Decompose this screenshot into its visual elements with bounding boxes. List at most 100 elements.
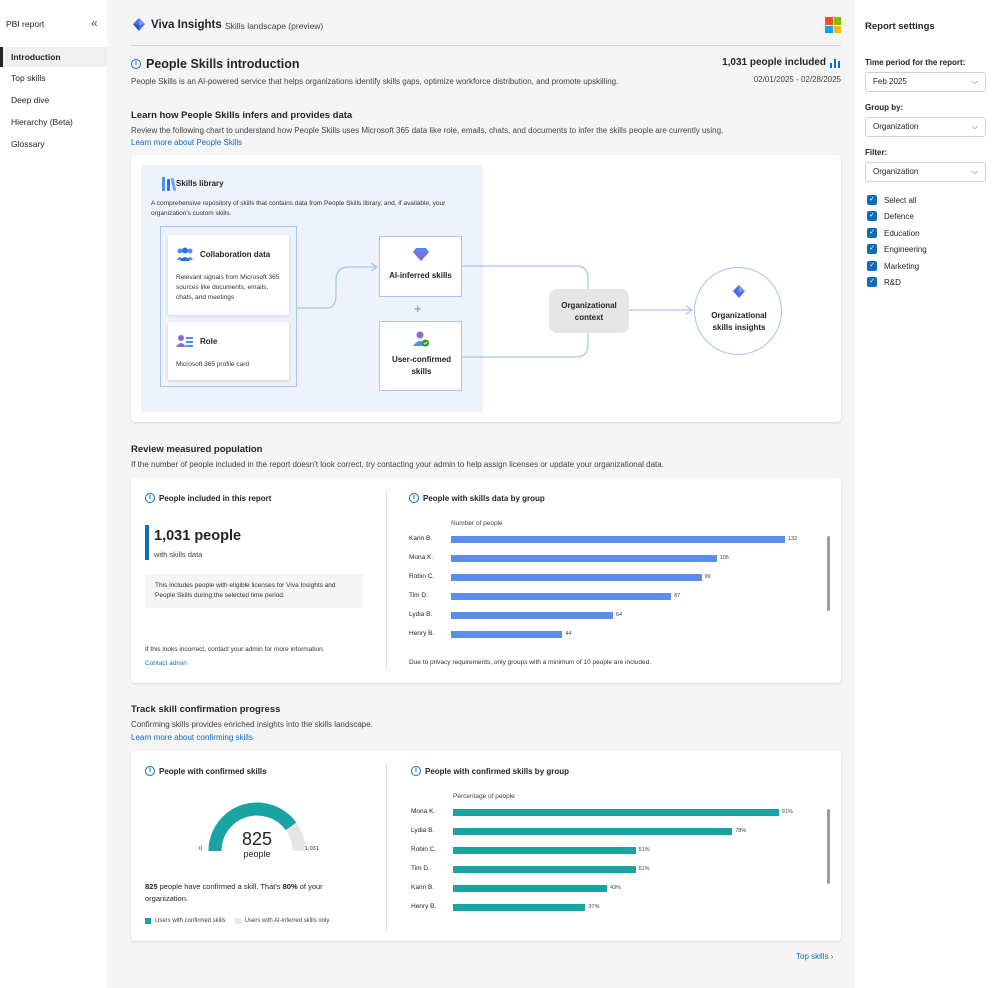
diamond-icon [413,248,429,261]
bar-value-label: 91% [781,809,793,815]
bar-value-label: 44 [565,631,572,637]
group-by-dropdown[interactable]: Organization ⌵ [865,117,986,137]
filter-dropdown[interactable]: Organization ⌵ [865,162,986,182]
user-check-icon [413,331,429,347]
organizational-skills-insights-node: Organizational skills insights [694,267,782,355]
page-subtitle: Skills landscape (preview) [225,21,324,31]
filter-value: Organization [873,167,919,176]
learn-more-confirming-link[interactable]: Learn more about confirming skills [131,733,253,742]
brand-name: Viva Insights [151,19,222,31]
bar-category-label: Henry B. [411,903,437,910]
infer-diagram-card: Skills library A comprehensive repositor… [131,155,841,422]
bar-category-label: Mona K. [409,554,434,561]
time-period-dropdown[interactable]: Feb 2025 ⌵ [865,72,986,92]
learn-more-people-skills-link[interactable]: Learn more about People Skills [131,138,242,147]
bar-value-label: 99 [704,574,711,580]
chevron-right-icon: › [830,952,834,961]
bar-value-label: 105 [719,555,729,561]
filter-checkbox-marketing[interactable]: ✓ Marketing [867,260,919,272]
filter-option-label: Education [884,228,920,238]
intro-description: People Skills is an AI-powered service t… [131,77,619,86]
bar[interactable] [451,536,785,543]
privacy-footnote: Due to privacy requirements, only groups… [409,659,652,666]
chart1-scrollbar[interactable] [827,536,830,611]
population-section-title: Review measured population [131,444,263,455]
confirmation-section-title: Track skill confirmation progress [131,704,281,715]
confirmation-section-description: Confirming skills provides enriched insi… [131,720,373,729]
date-range: 02/01/2025 - 02/28/2025 [753,75,841,84]
filter-option-label: Engineering [884,244,927,254]
checkbox-checked-icon: ✓ [867,228,877,238]
filter-option-label: R&D [884,277,901,287]
bar-category-label: Lydia B. [411,827,435,834]
bar[interactable] [451,593,672,600]
ai-inferred-skills-label: AI-inferred skills [389,271,452,280]
bar[interactable] [453,885,607,892]
checkbox-checked-icon: ✓ [867,244,877,254]
group-by-label: Group by: [865,103,904,112]
ai-inferred-skills-node: AI-inferred skills [379,236,462,297]
bar-value-label: 78% [735,828,747,834]
bar[interactable] [453,847,636,854]
bar-category-label: Lydia B. [409,611,433,618]
bar[interactable] [451,612,613,619]
bar[interactable] [453,866,636,873]
time-period-label: Time period for the report: [865,58,966,67]
bar-category-label: Mona K. [411,808,436,815]
bar[interactable] [453,904,586,911]
bar-category-label: Tim D. [411,865,430,872]
filter-checkbox-rnd[interactable]: ✓ R&D [867,276,901,288]
viva-insights-logo [133,18,145,31]
checkbox-checked-icon: ✓ [867,261,877,271]
user-confirmed-skills-label: User-confirmed skills [391,355,452,376]
organizational-skills-insights-label: Organizational skills insights [711,311,767,332]
nav-item-deep-dive[interactable]: Deep dive [0,90,107,110]
filter-checkbox-defence[interactable]: ✓ Defence [867,210,914,222]
filter-checkbox-engineering[interactable]: ✓ Engineering [867,243,927,255]
people-included-text: 1,031 people included [722,57,826,68]
nav-item-glossary[interactable]: Glossary [0,134,107,154]
checkbox-checked-icon: ✓ [867,211,877,221]
microsoft-logo [825,17,841,33]
report-name: PBI report [6,19,45,29]
nav-item-top-skills[interactable]: Top skills [0,68,107,88]
population-card: i People included in this report 1,031 p… [131,478,841,683]
viva-insights-icon [733,285,745,298]
user-confirmed-skills-node: User-confirmed skills [379,321,462,391]
nav-item-introduction[interactable]: Introduction [0,47,107,67]
next-page-link[interactable]: Top skills › [796,952,833,961]
people-included: 1,031 people included [722,57,841,68]
bar[interactable] [451,631,563,638]
collapse-nav-icon[interactable]: « [91,16,98,30]
bar-value-label: 43% [609,885,621,891]
chevron-down-icon: ⌵ [971,77,978,86]
bar[interactable] [453,828,733,835]
time-period-value: Feb 2025 [873,77,907,86]
bar-category-label: Tim D. [409,592,428,599]
nav-item-hierarchy[interactable]: Hierarchy (Beta) [0,112,107,132]
bar-value-label: 51% [638,866,650,872]
plus-sign: + [414,301,422,316]
top-bar: Viva Insights Skills landscape (preview) [131,14,841,46]
confirmed-by-group-chart: Mona K. 91% Lydia B. 78% Robin C. 51% Tim D. 51… [131,751,841,941]
bar-chart-icon[interactable] [830,58,841,68]
confirmation-card: i People with confirmed skills 0 1,031 8… [131,751,841,941]
organizational-context-node: Organizational context [549,289,629,333]
info-icon[interactable]: i [131,59,141,69]
bar-category-label: Karin B. [409,535,433,542]
left-nav: PBI report « Introduction Top skills Dee… [0,0,107,988]
checkbox-checked-icon: ✓ [867,277,877,287]
filter-label: Filter: [865,148,888,157]
bar[interactable] [451,574,702,581]
report-settings-panel: Report settings Time period for the repo… [855,0,1000,988]
next-page-link-text: Top skills [796,952,829,961]
bar-value-label: 37% [588,904,600,910]
chart2-scrollbar[interactable] [827,809,830,884]
filter-checkbox-select-all[interactable]: ✓ Select all [867,194,916,206]
settings-title: Report settings [865,21,935,32]
filter-checkbox-education[interactable]: ✓ Education [867,227,920,239]
bar[interactable] [453,809,779,816]
infer-section-title: Learn how People Skills infers and provi… [131,110,353,121]
bar[interactable] [451,555,717,562]
checkbox-checked-icon: ✓ [867,195,877,205]
